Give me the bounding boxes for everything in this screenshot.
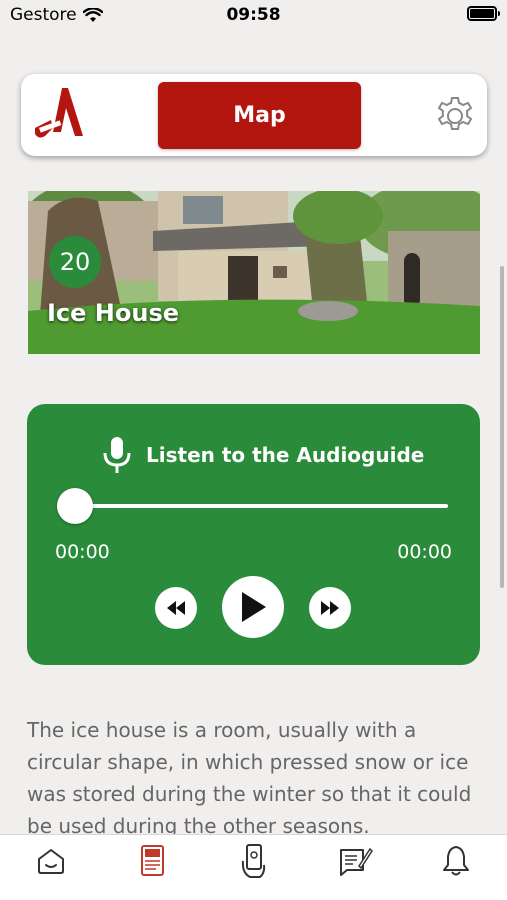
fast-forward-button[interactable] bbox=[309, 587, 351, 629]
current-time: 00:00 bbox=[55, 541, 110, 563]
audioguide-card: Listen to the Audioguide 00:00 00:00 bbox=[27, 404, 480, 665]
app-logo[interactable] bbox=[31, 84, 91, 144]
total-time: 00:00 bbox=[397, 541, 452, 563]
notes-pen-icon bbox=[340, 847, 373, 876]
play-button[interactable] bbox=[222, 576, 284, 638]
hero-image: 20 Ice House bbox=[28, 191, 480, 354]
audio-progress-track[interactable] bbox=[75, 504, 448, 508]
tab-device[interactable] bbox=[236, 843, 272, 879]
status-bar: Gestore 09:58 bbox=[0, 0, 507, 34]
battery-icon bbox=[467, 6, 500, 21]
home-icon bbox=[38, 849, 64, 874]
audioguide-header: Listen to the Audioguide bbox=[102, 436, 424, 474]
audio-progress-knob[interactable] bbox=[57, 488, 93, 524]
fast-forward-icon bbox=[321, 601, 339, 615]
tab-guide[interactable] bbox=[135, 843, 171, 879]
rewind-button[interactable] bbox=[155, 587, 197, 629]
rewind-icon bbox=[167, 601, 185, 615]
guide-book-icon bbox=[141, 845, 164, 876]
audioguide-title: Listen to the Audioguide bbox=[146, 443, 425, 467]
stop-number-badge: 20 bbox=[49, 236, 101, 288]
map-button[interactable]: Map bbox=[158, 82, 361, 149]
stop-description: The ice house is a room, usually with a … bbox=[27, 718, 472, 838]
scrollbar[interactable] bbox=[500, 266, 504, 588]
gear-icon[interactable] bbox=[433, 94, 477, 138]
status-time: 09:58 bbox=[226, 5, 281, 25]
tab-notes[interactable] bbox=[338, 843, 374, 879]
stop-title: Ice House bbox=[47, 299, 180, 327]
phone-hand-icon bbox=[241, 844, 266, 878]
header-card: Map bbox=[21, 74, 487, 156]
play-icon bbox=[242, 592, 266, 622]
bottom-tab-bar bbox=[0, 834, 507, 900]
bell-icon bbox=[443, 846, 469, 876]
microphone-icon bbox=[103, 437, 131, 473]
tab-home[interactable] bbox=[33, 843, 69, 879]
tab-notifications[interactable] bbox=[438, 843, 474, 879]
